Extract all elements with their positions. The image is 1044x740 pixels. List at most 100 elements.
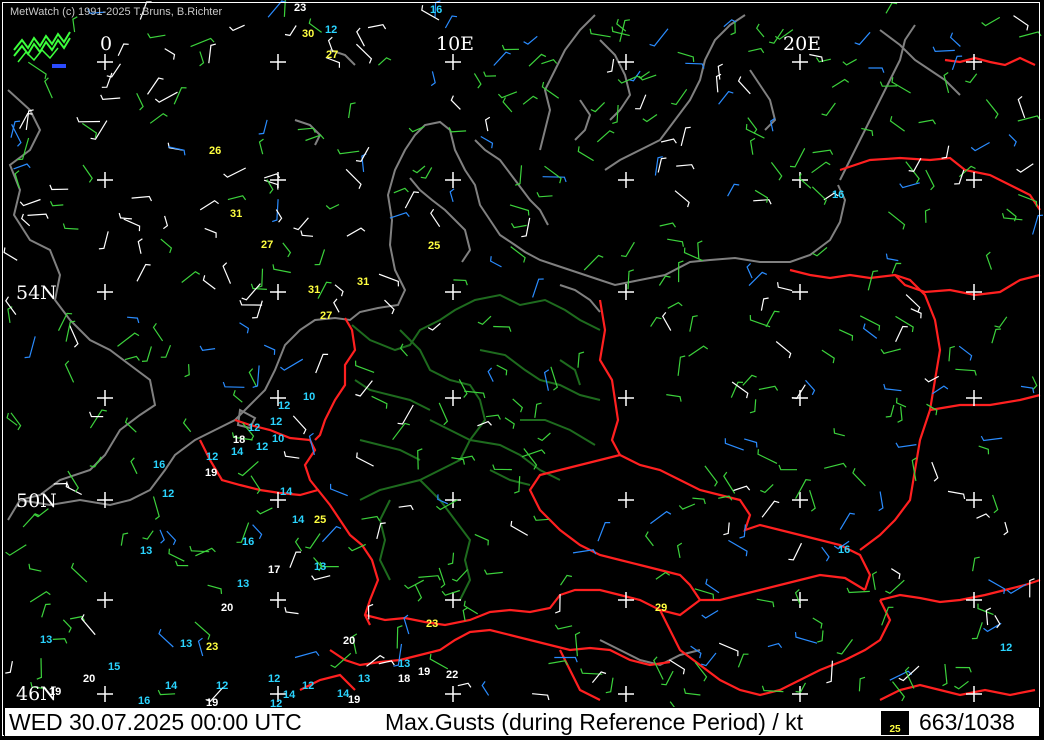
grid-cross-icon [966,592,982,608]
wind-barb-icon [330,483,348,497]
wind-barb-icon [98,231,109,250]
wind-barb-icon [438,402,449,426]
wind-barb-icon [770,162,783,181]
wind-barb-icon [809,490,816,512]
wind-barb-icon [481,681,490,696]
wind-barb-icon [117,332,140,347]
wind-barb-icon [473,73,482,89]
reference-value-badge: 25 [881,711,909,735]
wind-barb-icon [70,562,88,583]
wind-barb-icon [208,43,216,64]
wind-barb-icon [17,137,30,161]
wind-barb-icon [868,67,885,73]
wind-barb-icon [305,533,321,549]
frame-counter[interactable]: 663/1038 [919,709,1015,736]
grid-cross-icon [966,492,982,508]
gust-label: 25 [314,514,327,526]
wind-barb-icon [528,53,547,67]
wind-barb-icon [199,345,216,351]
wind-barb-icon [910,308,922,319]
wind-barb-icon [334,284,344,297]
wind-barb-icon [263,344,276,355]
grid-cross-icon [792,284,808,300]
wind-barb-icon [788,542,803,561]
wind-barb-icon [1031,376,1038,390]
wind-barb-icon [90,120,108,140]
gust-label: 14 [280,486,293,498]
weather-map[interactable]: MetWatch (c) 1991-2025 T.Bruns, B.Richte… [0,0,1044,740]
wind-barb-icon [448,127,467,133]
wind-barb-icon [397,404,414,425]
wind-barb-icon [315,353,329,374]
wind-barb-icon [147,77,164,95]
wind-barb-icon [497,91,518,99]
wind-barb-icon [223,167,246,178]
wind-barb-icon [232,390,243,403]
grid-cross-icon [966,284,982,300]
wind-barb-icon [949,32,961,47]
wind-barb-icon [509,204,530,216]
wind-barb-icon [346,227,366,237]
wind-barb-icon [812,617,823,629]
wind-barb-icon [1017,95,1026,119]
gust-label: 27 [320,310,333,322]
wind-barb-icon [765,310,780,328]
wind-barb-icon [733,485,751,492]
wind-barb-icon [127,316,140,324]
wind-barb-icon [683,688,701,696]
wind-barb-icon [885,2,898,14]
wind-barb-icon [175,560,189,567]
wind-barb-icon [489,256,502,268]
wind-barb-icon [294,537,303,552]
wind-barb-icon [173,87,187,105]
wind-barb-icon [971,622,983,640]
wind-barb-icon [1032,214,1044,235]
wind-barb-icon [168,548,185,562]
wind-barb-icon [794,632,818,644]
wind-barb-icon [282,242,292,258]
wind-barb-icon [152,322,164,342]
wind-barb-icon [154,91,178,103]
wind-barb-icon [653,656,664,680]
wind-barb-icon [842,58,857,66]
wind-barb-icon [789,148,806,168]
wind-barb-icon [418,575,441,581]
grid-cross-icon [792,492,808,508]
gust-label: 13 [314,561,327,573]
wind-barb-icon [817,630,824,643]
wind-barb-icon [404,191,419,209]
wind-barb-icon [136,263,151,282]
wind-barb-icon [644,531,654,547]
gust-label: 29 [655,602,668,614]
wind-barb-icon [361,515,381,522]
wind-barb-icon [80,614,96,636]
wind-barb-icon [895,442,917,448]
wind-barb-icon [697,240,703,259]
wind-barb-icon [795,479,811,499]
grid-cross-icon [97,54,113,70]
wind-barb-icon [852,468,866,487]
wind-barb-icon [574,631,581,657]
wind-barb-icon [880,348,901,355]
wind-barb-icon [49,184,69,191]
wind-barb-icon [981,16,1001,27]
wind-barb-icon [485,414,501,420]
gust-label: 10 [272,433,285,445]
gust-label: 13 [140,545,153,557]
wind-barb-icon [747,117,758,134]
wind-barb-icon [292,415,307,435]
wind-barb-icon [918,119,937,125]
wind-barb-icon [983,622,1002,633]
wind-barb-icon [677,51,695,62]
map-canvas [3,0,1044,720]
wind-barb-icon [412,165,426,174]
wind-barb-icon [924,375,939,383]
wind-barb-icon [118,212,132,220]
wind-barb-icon [24,336,36,359]
wind-barb-icon [284,25,297,37]
wind-barb-icon [831,78,850,88]
wind-barb-icon [239,299,263,306]
wind-barb-icon [355,146,370,162]
wind-barb-icon [393,187,409,194]
parameter-title: Max.Gusts (during Reference Period) / kt [385,709,803,735]
